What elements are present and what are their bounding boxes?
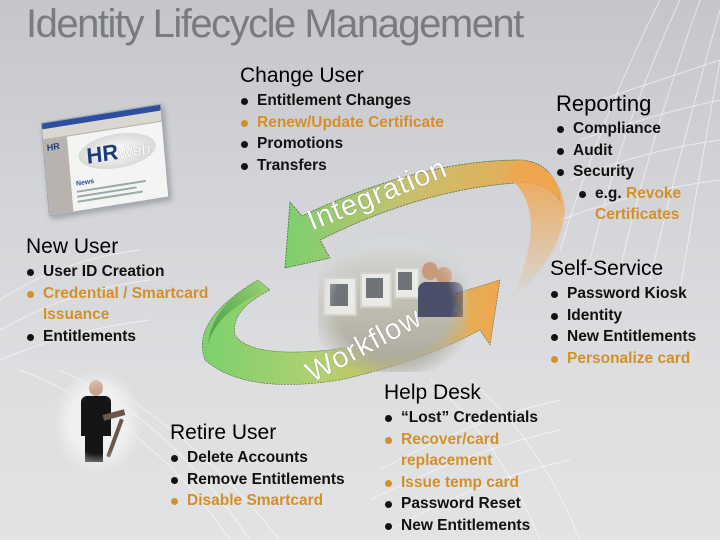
bullet-list: “Lost” Credentials Recover/card replacem… <box>384 407 538 536</box>
list-item: Issue temp card <box>384 472 538 494</box>
bullet-list: Delete Accounts Remove Entitlements Disa… <box>170 447 345 512</box>
list-item: Renew/Update Certificate <box>240 112 444 134</box>
reporting-section: Reporting Compliance Audit Security e.g.… <box>556 91 720 226</box>
list-item: Credential / Smartcard Issuance <box>26 283 215 326</box>
bullet-list: Entitlement Changes Renew/Update Certifi… <box>240 90 444 176</box>
new-user-section: New User User ID Creation Credential / S… <box>26 234 226 347</box>
list-item: Promotions <box>240 133 444 155</box>
list-item: Recover/card replacement <box>384 429 521 472</box>
list-item: Identity <box>550 305 696 327</box>
list-item: User ID Creation <box>26 261 226 283</box>
list-subitem: e.g. Revoke Certificates <box>578 183 720 226</box>
help-desk-section: Help Desk “Lost” Credentials Recover/car… <box>384 380 538 536</box>
man-carrying-chair-image <box>55 372 140 472</box>
list-item: Entitlements <box>26 326 226 348</box>
section-heading: Reporting <box>556 91 652 116</box>
change-user-section: Change User Entitlement Changes Renew/Up… <box>240 63 444 176</box>
list-item: New Entitlements <box>550 326 696 348</box>
bullet-list: User ID Creation Credential / Smartcard … <box>26 261 226 347</box>
bullet-list: Password Kiosk Identity New Entitlements… <box>550 283 696 369</box>
list-item: Password Reset <box>384 493 538 515</box>
subitem-prefix: e.g. <box>595 184 627 202</box>
list-item: New Entitlements <box>384 515 538 537</box>
self-service-section: Self-Service Password Kiosk Identity New… <box>550 256 696 369</box>
section-heading: Change User <box>240 64 364 87</box>
list-item: Remove Entitlements <box>170 469 345 491</box>
list-item: Entitlement Changes <box>240 90 444 112</box>
section-heading: Retire User <box>170 421 277 444</box>
section-heading: Self-Service <box>550 257 664 280</box>
list-item: Personalize card <box>550 348 696 370</box>
list-item: Security <box>556 161 720 183</box>
section-heading: New User <box>26 235 119 258</box>
list-item: Delete Accounts <box>170 447 345 469</box>
list-item: Audit <box>556 140 720 162</box>
list-item: “Lost” Credentials <box>384 407 538 429</box>
list-item: Transfers <box>240 155 444 177</box>
list-item: Password Kiosk <box>550 283 696 305</box>
bullet-list: Compliance Audit Security e.g. Revoke Ce… <box>556 118 720 226</box>
section-heading: Help Desk <box>384 381 481 404</box>
list-item: Compliance <box>556 118 720 140</box>
retire-user-section: Retire User Delete Accounts Remove Entit… <box>170 420 345 512</box>
list-item: Disable Smartcard <box>170 490 345 512</box>
